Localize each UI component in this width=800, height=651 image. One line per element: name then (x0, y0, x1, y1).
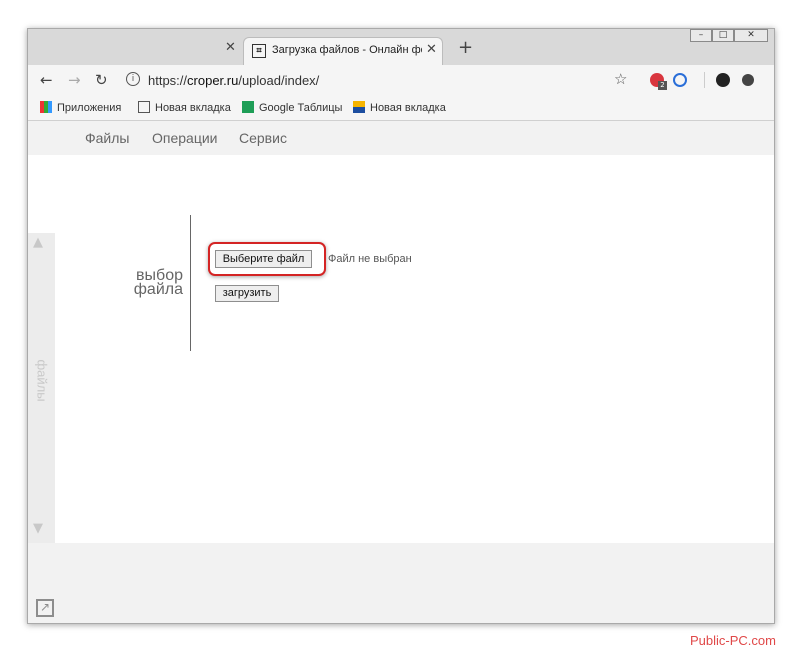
watermark: Public-PC.com (690, 633, 776, 648)
dark-circle-icon[interactable] (716, 73, 730, 87)
file-status: Файл не выбран (328, 253, 412, 265)
sheets-icon (242, 101, 254, 113)
upload-arrow-icon[interactable] (742, 74, 754, 86)
forward-icon[interactable]: → (68, 71, 81, 89)
star-icon[interactable]: ☆ (614, 70, 627, 88)
bookmark-new-tab-2[interactable]: Новая вкладка (353, 101, 446, 114)
bookmark-label: Google Таблицы (259, 102, 343, 114)
tab-title: Загрузка файлов - Онлайн фото (272, 44, 422, 56)
image-icon (353, 101, 365, 113)
toolbar-divider (704, 72, 705, 88)
arrow-down-icon[interactable]: ▼ (33, 521, 43, 536)
apps-grid-icon (40, 101, 52, 113)
section-label-line2: файла (133, 281, 183, 298)
menu-operations[interactable]: Операции (152, 130, 218, 146)
bookmark-label: Приложения (57, 102, 122, 114)
url-prefix: https:// (148, 73, 188, 88)
files-side-panel[interactable]: ▲ файлы ▼ (28, 233, 55, 543)
choose-file-button[interactable]: Выберите файл (215, 250, 312, 268)
expand-icon[interactable]: ↗ (36, 599, 54, 617)
menu-service[interactable]: Сервис (239, 130, 287, 146)
tab-upload[interactable]: ⌗ Загрузка файлов - Онлайн фото ✕ (243, 37, 443, 65)
maximize-icon[interactable]: □ (712, 29, 734, 42)
tab-close-icon[interactable]: ✕ (426, 42, 437, 57)
close-icon[interactable]: ✕ (225, 40, 236, 55)
bookmark-label: Новая вкладка (155, 102, 231, 114)
bookmark-new-tab-1[interactable]: Новая вкладка (138, 101, 231, 114)
upload-page: ▲ файлы ▼ выбор файла Выберите файл Файл… (28, 155, 774, 543)
bookmarks-bar: Приложения Новая вкладка Google Таблицы … (28, 97, 774, 121)
url-field[interactable]: https://croper.ru/upload/index/ (148, 73, 319, 88)
section-label: выбор файла (118, 268, 183, 298)
site-menu: Файлы Операции Сервис (28, 121, 774, 155)
page-icon (138, 101, 150, 113)
upload-button[interactable]: загрузить (215, 285, 279, 302)
crop-favicon-icon: ⌗ (252, 44, 266, 58)
extension-badge: 2 (658, 81, 667, 90)
globe-icon[interactable] (673, 73, 687, 87)
reload-icon[interactable]: ↻ (95, 71, 108, 89)
page-footer: ↗ (28, 543, 774, 623)
browser-window: ✕ ⌗ Загрузка файлов - Онлайн фото ✕ + – … (27, 28, 775, 624)
address-bar: ← → ↻ i https://croper.ru/upload/index/ … (28, 65, 774, 97)
bookmark-label: Новая вкладка (370, 102, 446, 114)
info-icon[interactable]: i (126, 72, 140, 86)
title-bar: ✕ ⌗ Загрузка файлов - Онлайн фото ✕ + – … (28, 29, 774, 65)
back-icon[interactable]: ← (40, 71, 53, 89)
menu-files[interactable]: Файлы (85, 130, 129, 146)
arrow-up-icon[interactable]: ▲ (33, 235, 43, 250)
side-panel-label: файлы (34, 359, 50, 402)
divider-line (190, 215, 191, 351)
url-path: /upload/index/ (238, 73, 320, 88)
window-close-icon[interactable]: ✕ (734, 29, 768, 42)
page-content: Файлы Операции Сервис ▲ файлы ▼ выбор фа… (28, 121, 774, 623)
new-tab-icon[interactable]: + (458, 37, 473, 58)
bookmark-google-sheets[interactable]: Google Таблицы (242, 101, 342, 114)
minimize-icon[interactable]: – (690, 29, 712, 42)
url-host: croper.ru (187, 73, 239, 88)
bookmark-apps[interactable]: Приложения (40, 101, 121, 114)
